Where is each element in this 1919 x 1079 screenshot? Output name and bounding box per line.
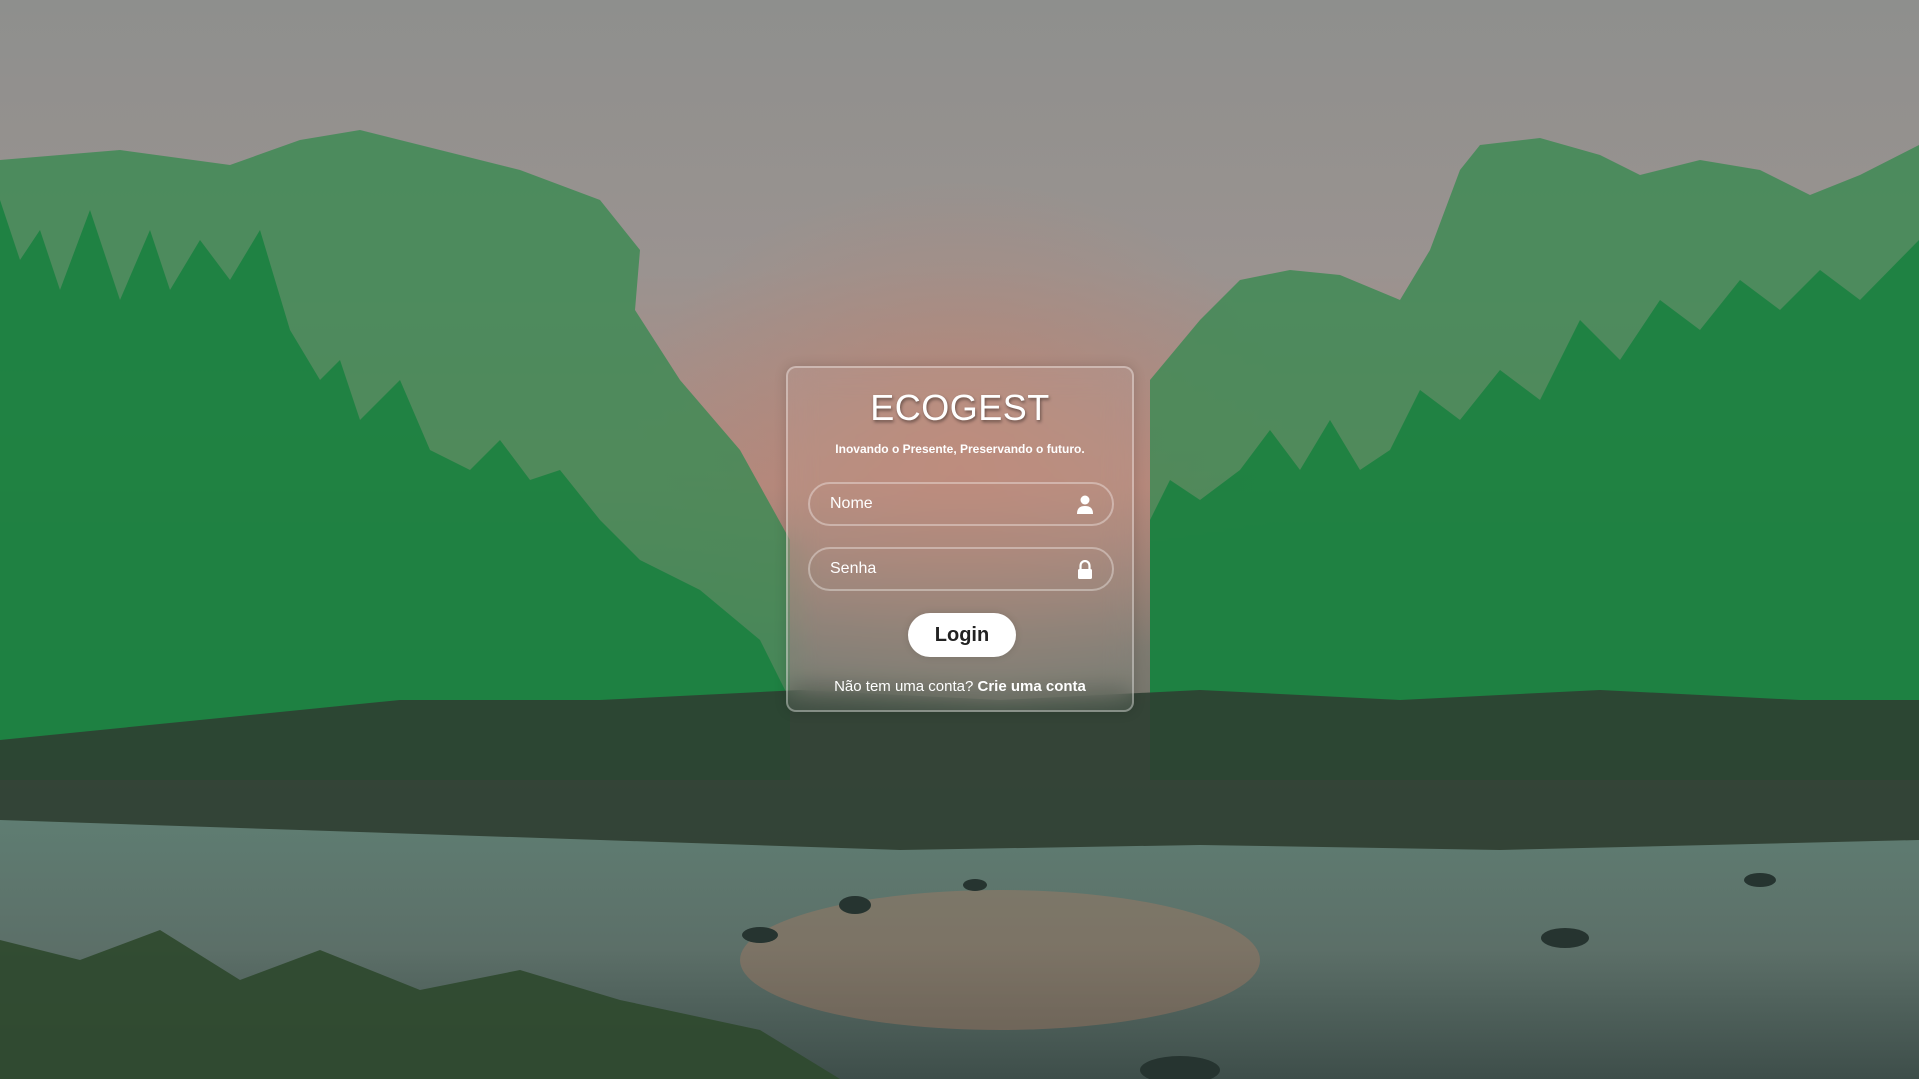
lock-icon bbox=[1078, 560, 1092, 579]
login-button[interactable]: Login bbox=[908, 613, 1016, 657]
register-prompt-text: Não tem uma conta? bbox=[834, 678, 974, 695]
user-icon bbox=[1077, 495, 1093, 514]
login-card: ECOGEST Inovando o Presente, Preservando… bbox=[786, 366, 1134, 712]
name-input[interactable] bbox=[810, 484, 1112, 524]
register-prompt: Não tem uma conta? Crie uma conta bbox=[788, 678, 1132, 696]
background-landscape: ECOGEST Inovando o Presente, Preservando… bbox=[0, 0, 1919, 1079]
register-link[interactable]: Crie uma conta bbox=[978, 678, 1086, 695]
app-title: ECOGEST bbox=[870, 387, 1050, 428]
app-tagline: Inovando o Presente, Preservando o futur… bbox=[835, 442, 1085, 456]
name-field bbox=[808, 482, 1114, 526]
password-input[interactable] bbox=[810, 549, 1112, 589]
password-field bbox=[808, 547, 1114, 591]
